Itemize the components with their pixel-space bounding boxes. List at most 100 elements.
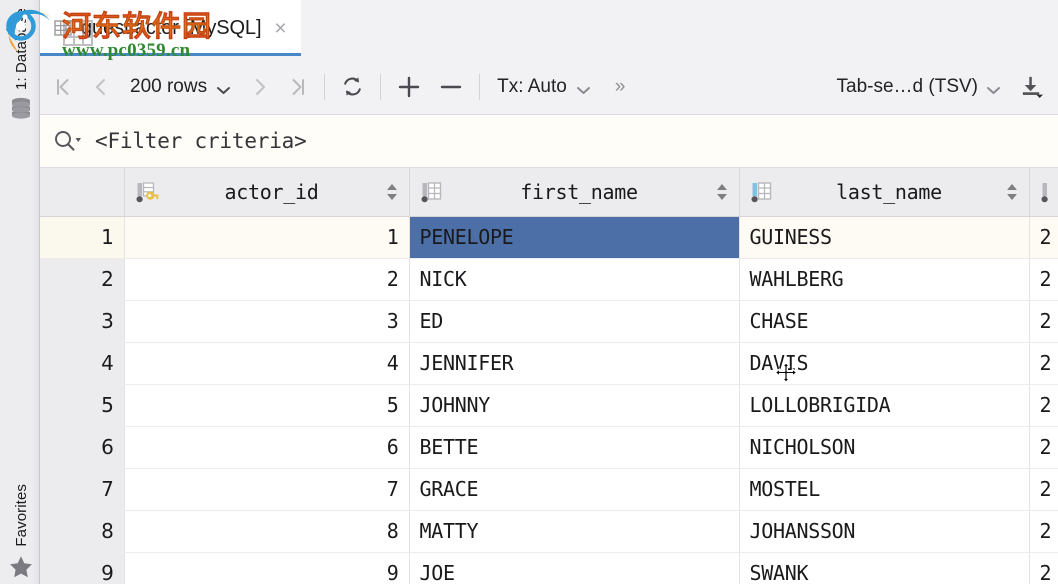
cell-first-name[interactable]: JENNIFER [409,342,740,385]
row-number-cell[interactable]: 7 [40,468,125,511]
cell-last-update[interactable]: 2 [1029,552,1058,584]
output-format-selector[interactable]: Tab-se…d (TSV) [827,76,1011,98]
editor-tab-bar: guest.actor [MySQL] × [40,0,1058,59]
cell-last-update[interactable]: 2 [1029,426,1058,469]
cell-actor-id[interactable]: 7 [124,468,410,511]
row-number-cell[interactable]: 4 [40,342,125,385]
cell-last-update[interactable]: 2 [1029,384,1058,427]
chevron-down-icon [576,82,591,94]
cell-last-update[interactable]: 2 [1029,510,1058,553]
cell-last-name[interactable]: MOSTEL [739,468,1030,511]
cell-actor-id[interactable]: 5 [124,384,410,427]
delete-row-button[interactable] [430,59,472,115]
last-page-icon[interactable] [279,59,317,115]
cell-last-update[interactable]: 2 [1029,300,1058,343]
row-number-cell[interactable]: 3 [40,300,125,343]
first-page-icon[interactable] [44,59,82,115]
column-icon [1040,180,1058,204]
table-row[interactable]: 1 1 PENELOPE GUINESS 2 [40,216,1058,259]
row-number-cell[interactable]: 6 [40,426,125,469]
cell-last-name[interactable]: DAVIS [739,342,1030,385]
sort-toggle-icon[interactable] [715,181,729,203]
column-header-last-name[interactable]: last_name [739,168,1030,217]
cell-last-update[interactable]: 2 [1029,216,1058,259]
cell-actor-id[interactable]: 6 [124,426,410,469]
cell-first-name[interactable]: MATTY [409,510,740,553]
toolbar-overflow-button[interactable]: » [601,76,639,98]
toolbar-divider [479,73,481,100]
column-name-label: actor_id [224,179,319,204]
transaction-mode-selector[interactable]: Tx: Auto [487,76,601,98]
row-number-cell[interactable]: 9 [40,552,125,584]
row-number-cell[interactable]: 5 [40,384,125,427]
cell-first-name[interactable]: NICK [409,258,740,301]
table-row[interactable]: 4 4 JENNIFER DAVIS 2 [40,342,1058,385]
cell-last-update[interactable]: 2 [1029,468,1058,511]
cell-actor-id[interactable]: 3 [124,300,410,343]
table-row[interactable]: 8 8 MATTY JOHANSSON 2 [40,510,1058,553]
column-header-last-update[interactable] [1029,168,1058,217]
plus-icon [398,76,420,97]
column-header-actor-id[interactable]: actor_id [124,168,410,217]
cell-first-name[interactable]: ED [409,300,740,343]
database-tool-label: 1: Database [12,8,30,90]
table-row[interactable]: 2 2 NICK WAHLBERG 2 [40,258,1058,301]
cell-first-name[interactable]: PENELOPE [409,216,740,259]
refresh-button[interactable] [332,59,373,115]
chevron-down-icon [216,82,231,94]
cell-actor-id[interactable]: 8 [124,510,410,553]
row-number-cell[interactable]: 2 [40,258,125,301]
database-icon [10,96,32,120]
filter-criteria-input[interactable]: <Filter criteria> [95,129,307,153]
sort-toggle-icon[interactable] [1005,181,1019,203]
toolbar-divider [324,73,326,100]
tab-guest-actor[interactable]: guest.actor [MySQL] × [40,0,301,56]
table-row[interactable]: 6 6 BETTE NICHOLSON 2 [40,426,1058,469]
next-page-icon[interactable] [241,59,279,115]
cell-last-name[interactable]: JOHANSSON [739,510,1030,553]
row-number-cell[interactable]: 8 [40,510,125,553]
prev-page-icon[interactable] [82,59,120,115]
filter-bar[interactable]: <Filter criteria> [40,115,1058,168]
cell-last-update[interactable]: 2 [1029,342,1058,385]
cell-last-name[interactable]: CHASE [739,300,1030,343]
column-header-first-name[interactable]: first_name [409,168,740,217]
cell-last-update[interactable]: 2 [1029,258,1058,301]
row-number-cell[interactable]: 1 [40,216,125,259]
row-count-selector[interactable]: 200 rows [120,76,241,98]
cell-last-name[interactable]: GUINESS [739,216,1030,259]
toolbar-divider [380,73,382,100]
cell-last-name[interactable]: NICHOLSON [739,426,1030,469]
result-table: actor_id first_name last_name 1 1 PENELO… [40,168,1058,584]
add-row-button[interactable] [388,59,430,115]
cell-last-name[interactable]: SWANK [739,552,1030,584]
table-row[interactable]: 3 3 ED CHASE 2 [40,300,1058,343]
cell-actor-id[interactable]: 1 [124,216,410,259]
export-data-button[interactable] [1011,59,1052,115]
favorites-label: Favorites [12,484,30,547]
cell-actor-id[interactable]: 2 [124,258,410,301]
table-row[interactable]: 5 5 JOHNNY LOLLOBRIGIDA 2 [40,384,1058,427]
sidebar-item-database[interactable]: 1: Database [10,8,32,120]
cell-actor-id[interactable]: 4 [124,342,410,385]
close-icon[interactable]: × [274,18,286,39]
sort-toggle-icon[interactable] [385,181,399,203]
sidebar-item-favorites[interactable]: Favorites [8,484,34,580]
transaction-mode-label: Tx: Auto [497,75,567,97]
cell-first-name[interactable]: JOHNNY [409,384,740,427]
search-filter-icon[interactable] [53,129,83,153]
cell-last-name[interactable]: LOLLOBRIGIDA [739,384,1030,427]
table-icon [54,19,72,37]
export-data-icon [1022,76,1044,99]
cell-first-name[interactable]: BETTE [409,426,740,469]
chevron-down-icon [986,82,1001,94]
cell-first-name[interactable]: JOE [409,552,740,584]
table-body: 1 1 PENELOPE GUINESS 2 2 2 NICK WAHLBERG 2 3 3 ED CHA… [40,216,1058,584]
cell-last-name[interactable]: WAHLBERG [739,258,1030,301]
table-row[interactable]: 9 9 JOE SWANK 2 [40,552,1058,584]
cell-actor-id[interactable]: 9 [124,552,410,584]
table-row[interactable]: 7 7 GRACE MOSTEL 2 [40,468,1058,511]
result-toolbar: 200 rows Tx: Auto » Tab-se…d (TSV) [40,59,1058,115]
refresh-icon [344,77,361,96]
cell-first-name[interactable]: GRACE [409,468,740,511]
